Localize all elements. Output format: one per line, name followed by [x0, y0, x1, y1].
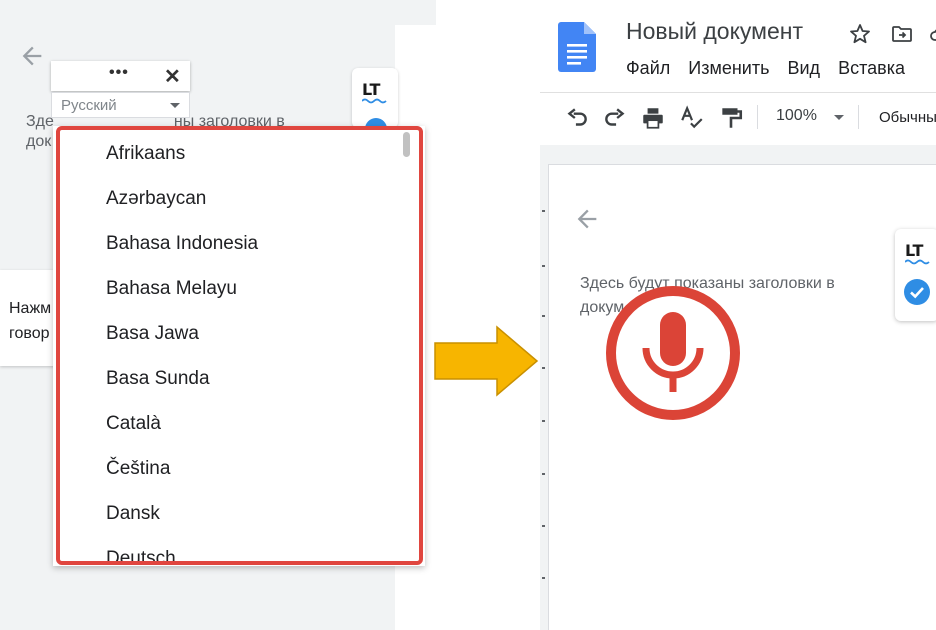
languagetool-logo: LT: [905, 241, 924, 260]
menu-insert[interactable]: Вставка: [838, 58, 905, 78]
check-circle-icon: [904, 279, 930, 305]
close-button[interactable]: ✕: [164, 64, 181, 89]
menu-file[interactable]: Файл: [626, 58, 670, 78]
wave-icon: [362, 98, 387, 104]
voice-hint-text: Нажм говор: [9, 300, 52, 342]
wave-icon: [905, 259, 930, 265]
chevron-down-icon[interactable]: [834, 115, 844, 120]
languagetool-widget[interactable]: LT: [352, 68, 398, 140]
left-screenshot-panel: Зде ны заголовки в док Нажм говор ••• ✕ Р…: [0, 0, 436, 630]
undo-icon[interactable]: [564, 105, 590, 131]
cloud-status-icon[interactable]: [928, 22, 936, 46]
redo-icon[interactable]: [602, 105, 628, 131]
language-select-value: Русский: [61, 97, 117, 114]
more-options-button[interactable]: •••: [109, 64, 129, 82]
formatting-toolbar: 100% Обычный: [540, 93, 936, 143]
language-select[interactable]: Русский: [51, 92, 190, 118]
back-arrow-icon[interactable]: [18, 42, 46, 70]
vertical-ruler: [542, 210, 545, 579]
paint-format-icon[interactable]: [718, 105, 744, 131]
google-docs-icon[interactable]: [558, 22, 596, 72]
move-to-folder-icon[interactable]: [890, 22, 914, 46]
chevron-down-icon: [170, 103, 180, 108]
languagetool-widget[interactable]: LT: [895, 229, 936, 321]
menu-edit[interactable]: Изменить: [688, 58, 769, 78]
document-title[interactable]: Новый документ: [626, 18, 803, 45]
languagetool-logo: LT: [362, 80, 381, 99]
paragraph-style-select[interactable]: Обычный: [879, 109, 936, 126]
toolbar-divider: [757, 105, 758, 129]
print-icon[interactable]: [640, 105, 666, 131]
right-arrow-icon: [434, 325, 539, 397]
menu-view[interactable]: Вид: [788, 58, 821, 78]
star-icon[interactable]: [848, 22, 872, 46]
zoom-select[interactable]: 100%: [776, 107, 817, 125]
highlight-box: [56, 126, 423, 565]
right-screenshot-panel: Новый документ Файл Изменить Вид Вставка: [540, 0, 936, 630]
menu-bar: Файл Изменить Вид Вставка: [626, 58, 918, 79]
spellcheck-icon[interactable]: [679, 105, 705, 131]
microphone-icon[interactable]: [604, 284, 742, 422]
toolbar-divider: [858, 105, 859, 129]
voice-typing-toolbar: ••• ✕: [51, 61, 190, 91]
back-arrow-icon[interactable]: [573, 205, 601, 233]
